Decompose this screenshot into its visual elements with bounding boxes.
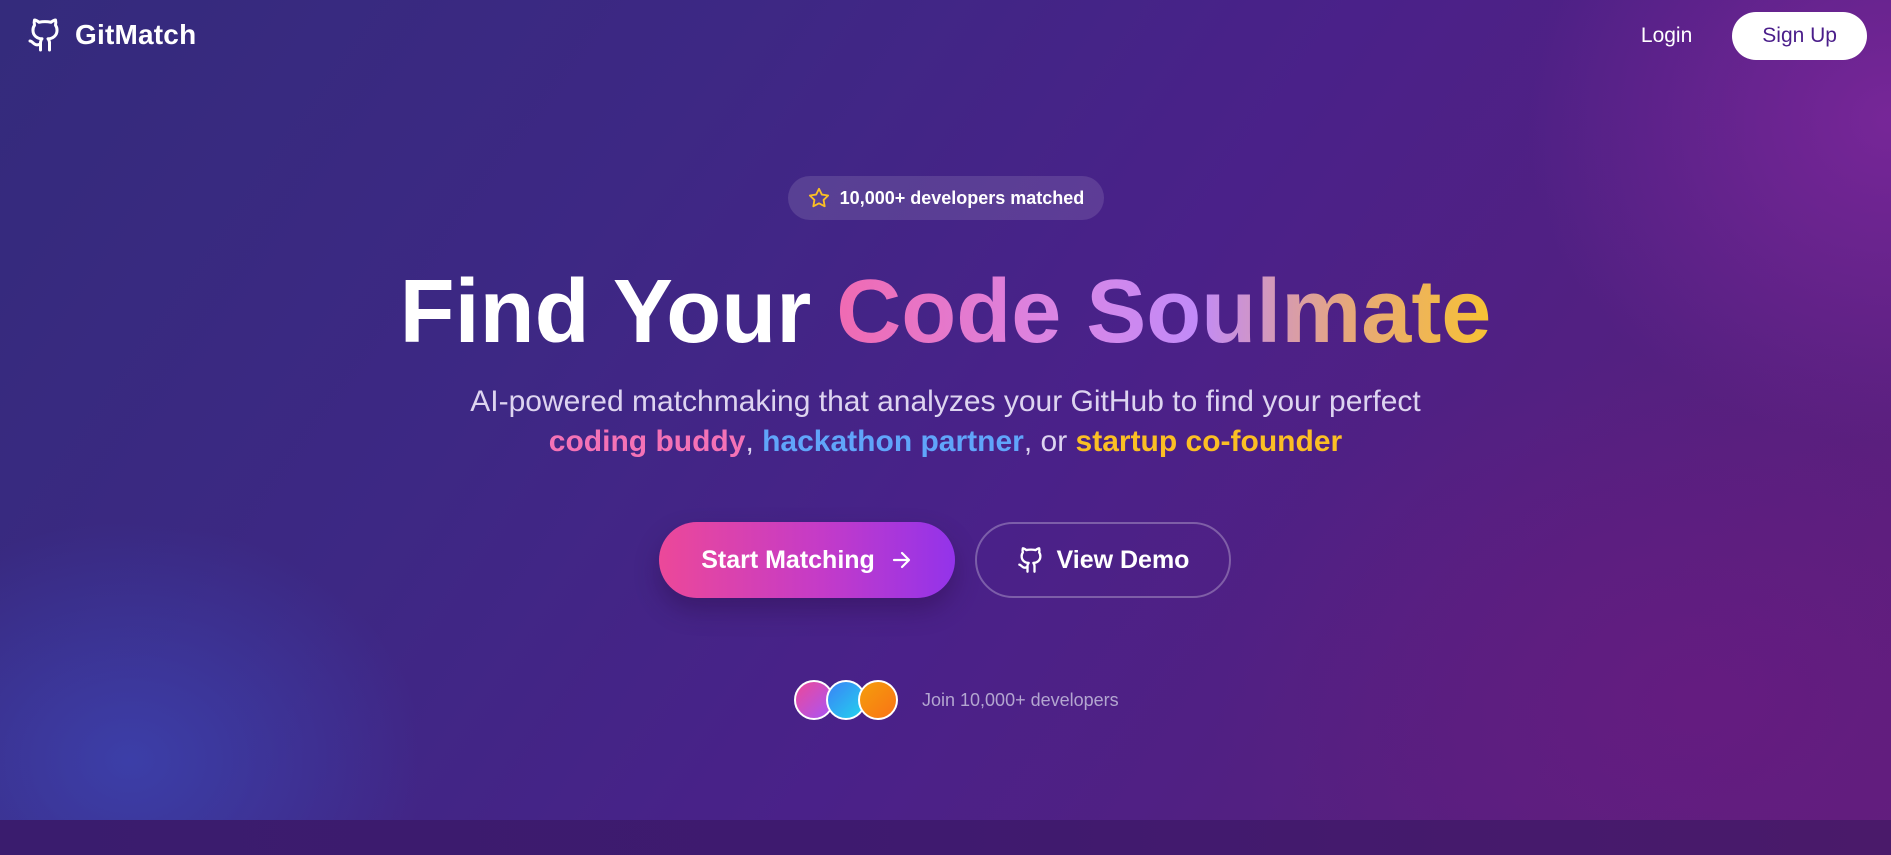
hero-title-plain: Find Your	[399, 262, 837, 362]
developers-matched-badge: 10,000+ developers matched	[788, 176, 1104, 220]
hero-title-highlight: Code Soulmate	[836, 262, 1492, 362]
login-link[interactable]: Login	[1641, 24, 1692, 48]
github-icon	[28, 18, 59, 52]
star-icon	[808, 187, 829, 208]
start-matching-label: Start Matching	[701, 545, 875, 574]
badge-text: 10,000+ developers matched	[839, 187, 1085, 208]
subtitle-separator: , or	[1023, 425, 1076, 458]
view-demo-button[interactable]: View Demo	[975, 522, 1231, 598]
subtitle-separator: ,	[745, 425, 763, 458]
hero-subtitle-line2: coding buddy, hackathon partner, or star…	[0, 422, 1891, 462]
brand-logo[interactable]: GitMatch	[27, 16, 196, 54]
brand-name: GitMatch	[75, 19, 197, 50]
social-proof-text: Join 10,000+ developers	[922, 689, 1119, 710]
subtitle-highlight-hackathon-partner: hackathon partner	[762, 425, 1024, 458]
next-section-edge	[0, 820, 1891, 855]
arrow-right-icon	[892, 551, 910, 569]
social-proof: Join 10,000+ developers	[794, 680, 1119, 720]
subtitle-highlight-coding-buddy: coding buddy	[548, 425, 746, 458]
subtitle-highlight-startup-cofounder: startup co-founder	[1075, 425, 1343, 458]
avatar	[858, 680, 898, 720]
hero-title: Find Your Code Soulmate	[0, 262, 1891, 362]
github-icon	[1017, 547, 1042, 573]
avatar-stack	[794, 680, 898, 720]
hero-subtitle-line1: AI-powered matchmaking that analyzes you…	[470, 385, 1421, 418]
auth-nav: Login Sign Up	[1641, 12, 1867, 60]
hero-subtitle: AI-powered matchmaking that analyzes you…	[0, 382, 1891, 462]
top-navbar: GitMatch Login Sign Up	[0, 0, 1891, 76]
start-matching-button[interactable]: Start Matching	[659, 522, 955, 598]
cta-buttons: Start Matching View Demo	[659, 522, 1231, 598]
signup-button[interactable]: Sign Up	[1732, 12, 1867, 60]
view-demo-label: View Demo	[1056, 545, 1190, 574]
